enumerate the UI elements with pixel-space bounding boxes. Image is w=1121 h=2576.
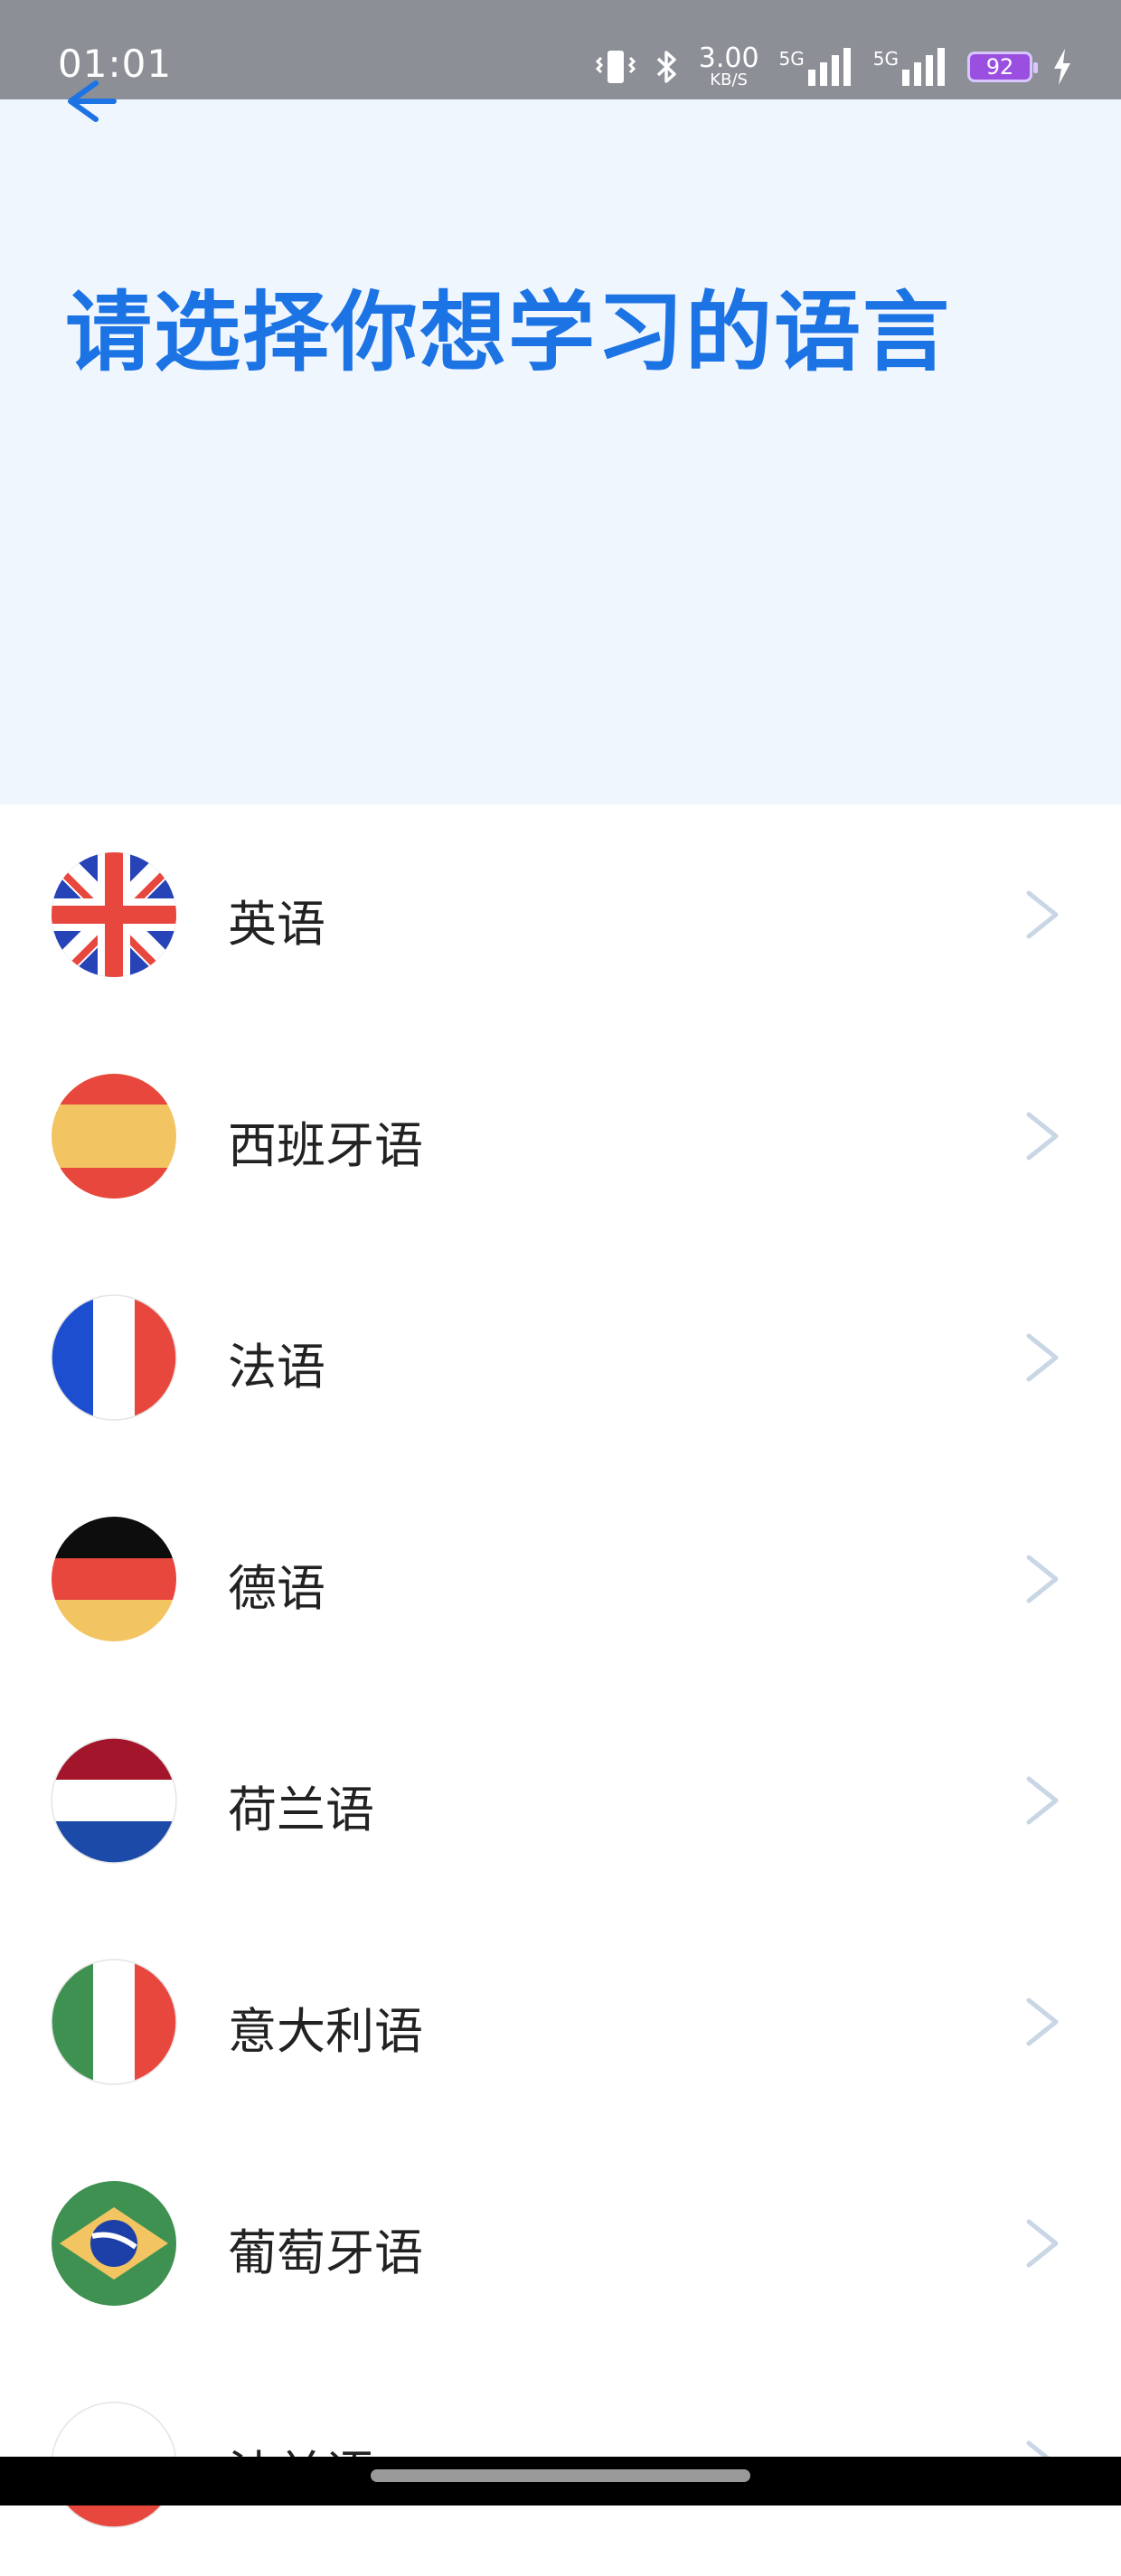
signal-2-icon — [902, 48, 945, 86]
spain-flag-icon — [52, 1074, 176, 1199]
language-item-french[interactable]: 法语 — [0, 1247, 1121, 1469]
chevron-right-icon — [1026, 2219, 1059, 2268]
uk-flag-icon — [52, 852, 176, 977]
language-item-portuguese[interactable]: 葡萄牙语 — [0, 2133, 1121, 2355]
status-icons: 3.00 KB/S 5G 5G 92 — [595, 40, 1072, 94]
language-label: 意大利语 — [228, 2003, 423, 2060]
language-item-dutch[interactable]: 荷兰语 — [0, 1690, 1121, 1912]
signal-1: 5G — [779, 48, 853, 86]
page-title: 请选择你想学习的语言 — [65, 282, 951, 383]
language-label: 葡萄牙语 — [228, 2224, 423, 2281]
home-indicator[interactable] — [371, 2469, 750, 2482]
vibrate-icon — [595, 51, 636, 83]
signal-1-label: 5G — [778, 48, 805, 70]
chevron-right-icon — [1026, 890, 1059, 939]
bluetooth-icon — [656, 51, 676, 83]
brazil-flag-icon — [52, 2181, 176, 2306]
signal-2-label: 5G — [872, 48, 899, 70]
language-label: 英语 — [228, 896, 325, 953]
charging-icon — [1054, 49, 1070, 85]
back-button[interactable] — [54, 71, 118, 134]
language-item-spanish[interactable]: 西班牙语 — [0, 1026, 1121, 1247]
battery-level: 92 — [985, 54, 1014, 80]
chevron-right-icon — [1026, 1555, 1059, 1603]
net-speed-unit: KB/S — [710, 71, 748, 89]
language-label: 法语 — [228, 1339, 325, 1396]
chevron-right-icon — [1026, 1112, 1059, 1161]
language-item-english[interactable]: 英语 — [0, 804, 1121, 1026]
germany-flag-icon — [52, 1517, 176, 1641]
language-item-german[interactable]: 德语 — [0, 1469, 1121, 1690]
battery-indicator: 92 — [967, 52, 1038, 82]
navigation-bar — [0, 2457, 1121, 2505]
chevron-right-icon — [1026, 1333, 1059, 1382]
france-flag-icon — [51, 1294, 177, 1421]
netherlands-flag-icon — [51, 1737, 177, 1864]
chevron-right-icon — [1026, 1998, 1059, 2046]
status-bar: 01:01 3.00 KB/S 5G 5G 92 — [0, 0, 1121, 99]
signal-1-icon — [807, 48, 851, 86]
language-label: 荷兰语 — [228, 1782, 374, 1838]
net-speed-value: 3.00 — [698, 42, 759, 74]
italy-flag-icon — [51, 1959, 177, 2085]
language-label: 西班牙语 — [228, 1117, 423, 1174]
language-item-italian[interactable]: 意大利语 — [0, 1912, 1121, 2133]
net-speed: 3.00 KB/S — [699, 45, 759, 89]
signal-2: 5G — [873, 48, 947, 86]
chevron-right-icon — [1026, 1776, 1059, 1825]
language-label: 德语 — [228, 1560, 325, 1617]
